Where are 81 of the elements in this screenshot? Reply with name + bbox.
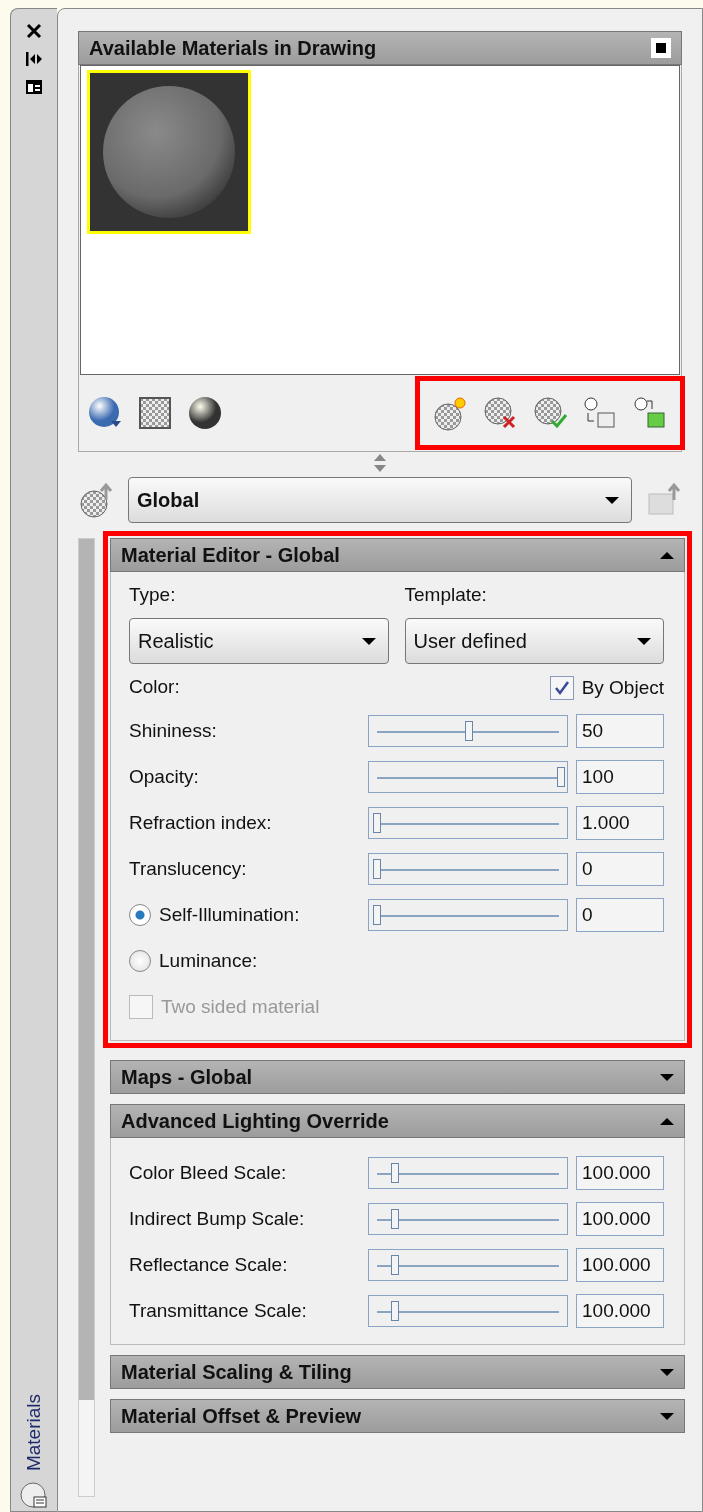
slider-thumb[interactable] <box>373 859 381 879</box>
field-label: Self-Illumination: <box>159 904 301 926</box>
slider-thumb[interactable] <box>465 721 473 741</box>
slider-thumb[interactable] <box>373 813 381 833</box>
material-dropdown[interactable]: Global <box>128 477 632 523</box>
value-field[interactable]: 100.000 <box>576 1294 664 1328</box>
checkbox-label: By Object <box>581 677 664 699</box>
delete-material-icon[interactable] <box>482 395 518 431</box>
expand-icon[interactable] <box>660 1368 674 1376</box>
panel-header: Available Materials in Drawing <box>78 31 682 65</box>
check-icon <box>553 680 570 696</box>
collapse-icon[interactable] <box>660 1117 674 1125</box>
slider-thumb[interactable] <box>391 1255 400 1275</box>
sphere-upload-icon[interactable] <box>78 482 114 518</box>
slider-thumb[interactable] <box>391 1209 400 1229</box>
radio-button[interactable] <box>129 950 151 972</box>
field-label: Reflectance Scale: <box>129 1254 289 1276</box>
field-label: Type: <box>129 584 177 606</box>
collapse-icon[interactable] <box>660 551 674 559</box>
type-dropdown[interactable]: Realistic <box>129 618 389 664</box>
section-header[interactable]: Maps - Global <box>110 1060 685 1094</box>
field-label: Opacity: <box>129 766 200 788</box>
caret-icon <box>605 496 619 504</box>
close-icon[interactable] <box>24 21 44 41</box>
slider[interactable] <box>368 1249 568 1281</box>
template-dropdown[interactable]: User defined <box>404 618 664 664</box>
palette-title: Materials <box>23 1393 45 1471</box>
field-label: Template: <box>404 584 488 606</box>
splitter-icon[interactable] <box>373 453 387 473</box>
materials-icon <box>19 1479 49 1509</box>
checkbox[interactable] <box>549 676 574 700</box>
field-label: Indirect Bump Scale: <box>129 1208 306 1230</box>
value-field[interactable]: 100.000 <box>576 1202 664 1236</box>
checker-icon[interactable] <box>137 395 173 431</box>
slider-thumb[interactable] <box>557 767 565 787</box>
section-header[interactable]: Material Scaling & Tiling <box>110 1355 685 1389</box>
caret-icon <box>637 637 651 645</box>
slider[interactable] <box>368 761 568 793</box>
value-field[interactable]: 100.000 <box>576 1156 664 1190</box>
value-field[interactable]: 1.000 <box>576 806 664 840</box>
sphere-icon[interactable] <box>187 395 223 431</box>
section-header[interactable]: Material Editor - Global <box>110 538 685 572</box>
field-label: Refraction index: <box>129 812 273 834</box>
field-label: Color Bleed Scale: <box>129 1162 288 1184</box>
auto-hide-icon[interactable] <box>24 49 44 69</box>
value-field[interactable]: 50 <box>576 714 664 748</box>
value-field[interactable]: 100.000 <box>576 1248 664 1282</box>
slider[interactable] <box>368 715 568 747</box>
properties-icon[interactable] <box>24 77 44 97</box>
slider[interactable] <box>368 899 568 931</box>
scrollbar[interactable] <box>78 538 95 1497</box>
section-header[interactable]: Material Offset & Preview <box>110 1399 685 1433</box>
slider[interactable] <box>368 1203 568 1235</box>
new-material-icon[interactable] <box>432 395 468 431</box>
field-label: Luminance: <box>159 950 259 972</box>
slider-thumb[interactable] <box>391 1301 400 1321</box>
caret-icon <box>361 637 376 645</box>
image-upload-icon[interactable] <box>646 482 682 518</box>
radio-button[interactable] <box>129 904 151 926</box>
field-label: Color: <box>129 676 181 699</box>
slider-thumb[interactable] <box>391 1163 400 1183</box>
expand-icon[interactable] <box>660 1073 674 1081</box>
expand-icon[interactable] <box>660 1412 674 1420</box>
value-field[interactable]: 0 <box>576 898 664 932</box>
slider[interactable] <box>368 853 568 885</box>
field-label: Transmittance Scale: <box>129 1300 308 1322</box>
field-label: Shininess: <box>129 720 218 742</box>
window-icon[interactable] <box>651 38 671 58</box>
slider[interactable] <box>368 807 568 839</box>
slider-thumb[interactable] <box>373 905 381 925</box>
sphere-to-cube-icon[interactable] <box>582 395 618 431</box>
checkbox-label: Two sided material <box>161 996 321 1018</box>
sphere-to-cube-swap-icon[interactable] <box>632 395 668 431</box>
value-field[interactable]: 0 <box>576 852 664 886</box>
value-field[interactable]: 100 <box>576 760 664 794</box>
scrollbar-thumb[interactable] <box>79 539 94 1401</box>
apply-material-icon[interactable] <box>532 395 568 431</box>
section-header[interactable]: Advanced Lighting Override <box>110 1104 685 1138</box>
slider[interactable] <box>368 1157 568 1189</box>
slider[interactable] <box>368 1295 568 1327</box>
field-label: Translucency: <box>129 858 248 880</box>
